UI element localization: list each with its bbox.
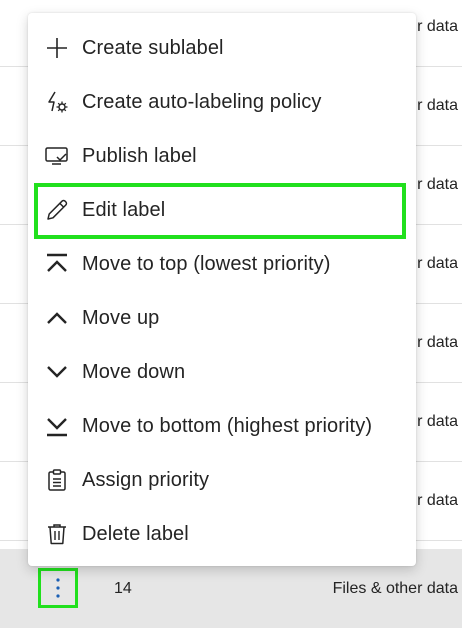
move-top-icon <box>44 251 70 277</box>
label-actions-menu: Create sublabel Create auto-labeling pol… <box>28 13 416 566</box>
row-category: r data <box>417 255 458 272</box>
menu-item-label: Delete label <box>82 522 189 545</box>
pencil-icon <box>44 197 70 223</box>
clipboard-icon <box>44 467 70 493</box>
row-priority: 14 <box>114 579 132 597</box>
menu-item-label: Move down <box>82 360 186 383</box>
menu-item-label: Move to bottom (highest priority) <box>82 414 373 437</box>
menu-item-create-auto-labeling-policy[interactable]: Create auto-labeling policy <box>28 75 416 129</box>
menu-item-move-to-top[interactable]: Move to top (lowest priority) <box>28 237 416 291</box>
row-category: r data <box>417 334 458 351</box>
menu-item-delete-label[interactable]: Delete label <box>28 507 416 561</box>
menu-item-label: Move to top (lowest priority) <box>82 252 331 275</box>
row-category: r data <box>417 18 458 35</box>
plus-icon <box>44 35 70 61</box>
menu-item-label: Create auto-labeling policy <box>82 90 322 113</box>
row-category: Files & other data <box>332 579 458 597</box>
menu-item-label: Assign priority <box>82 468 210 491</box>
row-category: r data <box>417 492 458 509</box>
more-vertical-icon <box>56 578 60 598</box>
row-category: r data <box>417 413 458 430</box>
more-actions-button[interactable] <box>38 568 78 608</box>
menu-item-move-to-bottom[interactable]: Move to bottom (highest priority) <box>28 399 416 453</box>
menu-item-publish-label[interactable]: Publish label <box>28 129 416 183</box>
move-bottom-icon <box>44 413 70 439</box>
menu-item-move-down[interactable]: Move down <box>28 345 416 399</box>
menu-item-label: Create sublabel <box>82 36 224 59</box>
menu-item-label: Edit label <box>82 198 166 221</box>
chevron-up-icon <box>44 305 70 331</box>
trash-icon <box>44 521 70 547</box>
chevron-down-icon <box>44 359 70 385</box>
menu-item-move-up[interactable]: Move up <box>28 291 416 345</box>
row-category: r data <box>417 176 458 193</box>
menu-item-create-sublabel[interactable]: Create sublabel <box>28 21 416 75</box>
menu-item-label: Move up <box>82 306 160 329</box>
menu-item-assign-priority[interactable]: Assign priority <box>28 453 416 507</box>
menu-item-label: Publish label <box>82 144 197 167</box>
publish-icon <box>44 143 70 169</box>
auto-label-icon <box>44 89 70 115</box>
menu-item-edit-label[interactable]: Edit label <box>28 183 416 239</box>
row-category: r data <box>417 97 458 114</box>
